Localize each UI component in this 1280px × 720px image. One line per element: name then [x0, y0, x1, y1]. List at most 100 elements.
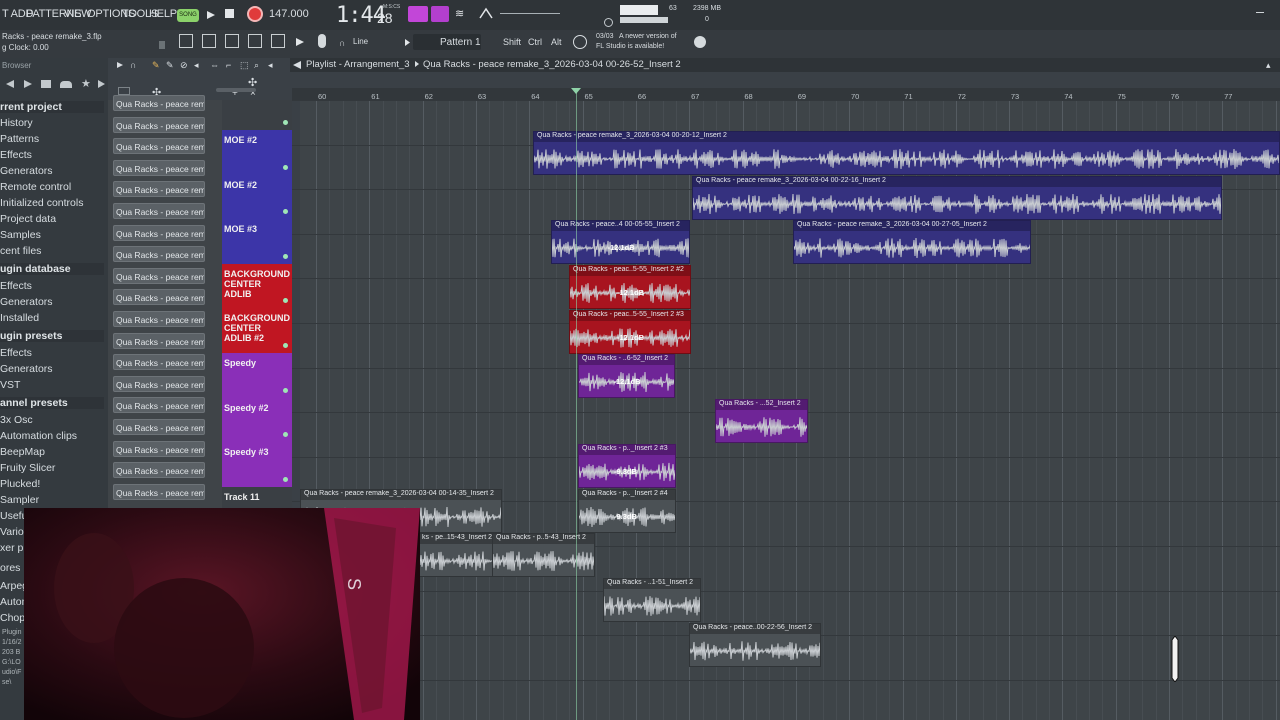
browser-item[interactable]: Generators — [0, 363, 53, 375]
track-status-dot[interactable] — [283, 432, 288, 438]
browser-cloud-icon[interactable] — [60, 81, 72, 88]
channel-button[interactable]: Qua Racks - peace remak — [113, 419, 205, 435]
record-button[interactable] — [247, 6, 263, 22]
audio-clip[interactable]: Qua Racks - p.._Insert 2 #4 -9.3dB — [578, 489, 676, 533]
mixer-icon[interactable] — [248, 34, 262, 48]
next-icon[interactable] — [294, 37, 306, 47]
audio-clip[interactable]: Qua Racks - peace remake_3_2026-03-04 00… — [692, 176, 1222, 220]
ctrl-key[interactable]: Ctrl — [528, 37, 542, 47]
channel-button[interactable]: Qua Racks - peace remak — [113, 462, 205, 479]
track-header[interactable]: MOE #3 — [222, 219, 292, 264]
play-button[interactable] — [203, 8, 217, 22]
browser-item[interactable]: BeepMap — [0, 446, 45, 458]
browser-item[interactable]: Automation clips — [0, 430, 77, 442]
audio-clip[interactable]: Qua Racks - ..1-51_Insert 2 — [603, 578, 701, 622]
browser-item[interactable]: xer p — [0, 542, 23, 554]
channel-button[interactable]: Qua Racks - peace remak — [113, 483, 205, 500]
playlist-menu-icon[interactable] — [116, 61, 124, 69]
audio-clip[interactable]: Qua Racks - peac..5-55_Insert 2 #2 -12.1d… — [569, 265, 691, 309]
slip-tool-icon[interactable]: ⇔ — [210, 60, 219, 70]
tempo-display[interactable]: 147.000 — [269, 8, 309, 20]
playlist-scroll-up-icon[interactable]: ▴ — [1266, 60, 1271, 71]
browser-item[interactable]: 3x Osc — [0, 414, 33, 426]
track-status-dot[interactable] — [283, 476, 288, 482]
fl-logo-icon[interactable] — [694, 36, 706, 48]
channel-button[interactable]: Qua Racks - peace remak — [113, 138, 205, 155]
mute-tool-icon[interactable]: ◂ — [194, 60, 199, 71]
track-status-dot[interactable] — [283, 120, 288, 125]
browser-item[interactable]: Samples — [0, 229, 41, 241]
channel-button[interactable]: Qua Racks - peace remak — [113, 95, 205, 111]
master-pitch-slider[interactable] — [500, 13, 560, 14]
menu-help[interactable]: HELP — [149, 8, 177, 20]
pattern-prev-icon[interactable] — [403, 38, 411, 47]
browser-item[interactable]: Fruity Slicer — [0, 462, 55, 474]
browser-star-icon[interactable]: ★ — [81, 77, 91, 90]
track-header[interactable]: MOE #2 — [222, 130, 292, 175]
slice-tool-icon[interactable]: ⌐ — [226, 60, 231, 70]
audio-clip[interactable]: Qua Racks - peace..4 00-05-55_Insert 2 -1… — [551, 220, 690, 264]
snap-selector[interactable]: Line — [353, 37, 368, 46]
draw-tool-icon[interactable]: ✎ — [152, 60, 160, 71]
browser-folder-icon[interactable] — [41, 80, 51, 88]
audio-clip[interactable]: Qua Racks - ..6-52_Insert 2 -12.1dB — [578, 354, 675, 398]
channel-button[interactable]: Qua Racks - peace remak — [113, 375, 205, 392]
wait-icon[interactable]: ≋ — [455, 7, 464, 20]
playlist-icon[interactable] — [179, 34, 193, 48]
channel-button[interactable]: Qua Racks - peace remak — [113, 332, 205, 349]
audio-clip[interactable]: Qua Racks - peace..00-22-56_Insert 2 — [689, 623, 821, 667]
channel-button[interactable]: Qua Racks - peace remak — [113, 246, 205, 263]
browser-item[interactable]: Effects — [0, 347, 32, 359]
metronome-icon[interactable] — [478, 5, 494, 21]
track-status-dot[interactable] — [283, 342, 288, 348]
browser-item[interactable]: Effects — [0, 149, 32, 161]
channel-button[interactable]: Qua Racks - peace remak — [113, 267, 205, 284]
track-status-dot[interactable] — [283, 253, 288, 259]
channel-button[interactable]: Qua Racks - peace remak — [113, 159, 205, 176]
browser-back-icon[interactable] — [4, 79, 16, 89]
channel-button[interactable]: Qua Racks - peace remak — [113, 116, 205, 133]
browser-item[interactable]: cent files — [0, 245, 41, 257]
track-status-dot[interactable] — [283, 298, 288, 304]
browser-item[interactable]: Installed — [0, 312, 39, 324]
arrow-right-icon[interactable] — [292, 61, 302, 69]
track-status-dot[interactable] — [283, 209, 288, 215]
browser-item[interactable]: Project data — [0, 213, 56, 225]
loop-record-icon[interactable] — [431, 6, 449, 22]
alt-key[interactable]: Alt — [551, 37, 562, 47]
track-status-dot[interactable] — [283, 164, 288, 170]
browser-item[interactable]: ores — [0, 562, 20, 574]
magnet-icon[interactable]: ∩ — [130, 60, 136, 70]
channel-rack-icon[interactable] — [225, 34, 239, 48]
track-header[interactable]: Speedy #3 — [222, 442, 292, 487]
browser-item[interactable]: Initialized controls — [0, 197, 83, 209]
channel-button[interactable]: Qua Racks - peace remak — [113, 311, 205, 327]
song-mode-toggle[interactable]: SONG — [177, 9, 199, 22]
select-tool-icon[interactable]: ⬚ — [240, 60, 249, 71]
stop-button[interactable] — [225, 9, 234, 18]
lock-icon[interactable] — [159, 41, 165, 49]
browser-item[interactable]: rrent project — [0, 101, 104, 113]
browser-item[interactable]: History — [0, 117, 33, 129]
pattern-song-icon[interactable] — [408, 6, 428, 22]
browser-item[interactable]: Generators — [0, 296, 53, 308]
channel-button[interactable]: Qua Racks - peace remak — [113, 181, 205, 198]
paint-tool-icon[interactable]: ✎ — [166, 60, 174, 71]
clock-icon[interactable] — [573, 35, 587, 49]
playlist-ruler[interactable] — [292, 88, 1280, 100]
track-header[interactable]: MOE #2 — [222, 174, 292, 220]
plugin-picker-icon[interactable] — [271, 34, 285, 48]
snap-icon[interactable]: ∩ — [339, 38, 345, 48]
browser-item[interactable]: ugin database — [0, 263, 104, 275]
playback-tool-icon[interactable]: ◂ — [268, 60, 273, 71]
browser-item[interactable]: Plucked! — [0, 478, 40, 490]
browser-more-icon[interactable] — [96, 79, 106, 89]
browser-item[interactable]: Patterns — [0, 133, 39, 145]
browser-item[interactable]: Sampler — [0, 494, 39, 506]
master-volume-knob[interactable] — [604, 18, 613, 27]
browser-item[interactable]: Remote control — [0, 181, 71, 193]
minimize-icon[interactable] — [1256, 12, 1264, 13]
channel-button[interactable]: Qua Racks - peace remak — [113, 397, 205, 414]
microphone-icon[interactable] — [318, 34, 326, 48]
track-header[interactable]: BACKGROUND CENTER ADLIB — [222, 263, 292, 309]
